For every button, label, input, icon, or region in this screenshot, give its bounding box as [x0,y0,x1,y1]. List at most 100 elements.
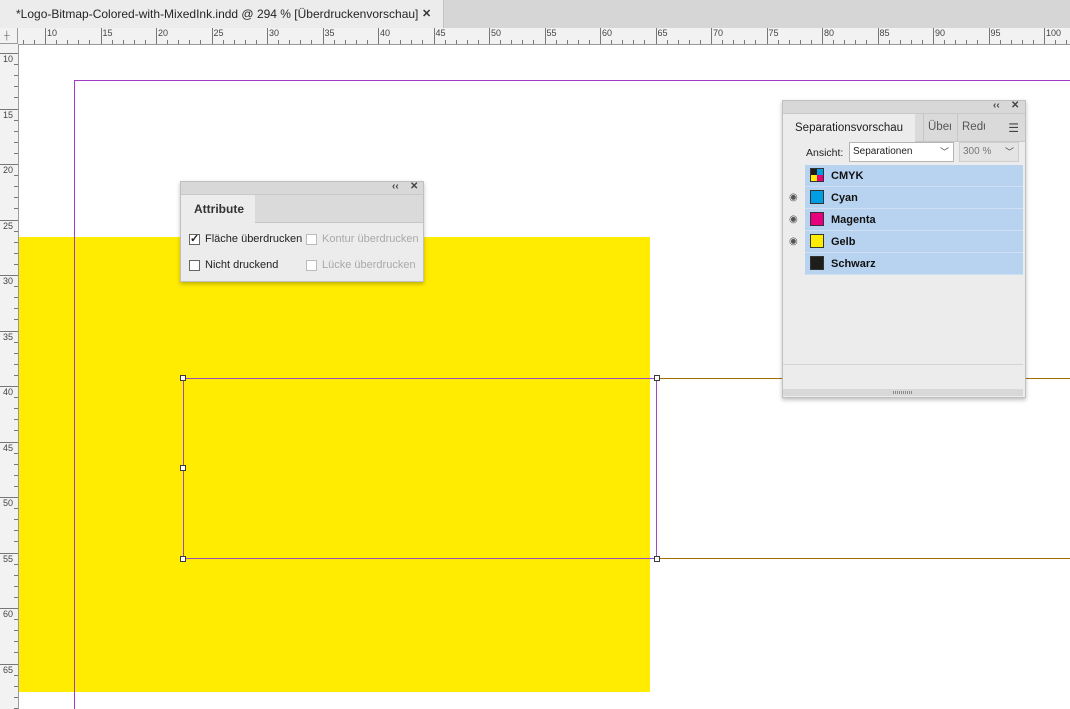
ink-cell[interactable]: Gelb [805,231,1023,253]
handle-top-right[interactable] [654,375,660,381]
ruler-minor-tick [14,630,18,632]
ruler-major-tick [156,28,157,44]
ruler-major-tick [933,28,934,44]
visibility-toggle[interactable] [783,253,804,275]
close-icon[interactable]: ✕ [1011,100,1019,111]
ruler-minor-tick [14,430,18,432]
ruler-label: 70 [713,28,724,38]
tab-separationsvorschau[interactable]: Separationsvorschau [783,114,915,142]
eye-icon: ◉ [789,236,798,247]
handle-bottom-left[interactable] [180,556,186,562]
collapse-icon[interactable]: ‹‹ [993,100,1000,111]
ruler-minor-tick [522,40,524,44]
ink-cell[interactable]: CMYK [805,165,1023,187]
ruler-minor-tick [14,119,18,121]
ruler-label: 95 [990,28,1001,38]
panel-tab-row: Separationsvorschau Über Redu ☰ [783,114,1025,142]
ink-name: Schwarz [831,258,876,270]
ink-row-gelb[interactable]: ◉ Gelb [783,231,1023,253]
document-tab[interactable]: *Logo-Bitmap-Colored-with-MixedInk.indd … [0,0,444,28]
handle-top-left[interactable] [180,375,186,381]
ink-row-cyan[interactable]: ◉ Cyan [783,187,1023,209]
resize-handle[interactable] [783,389,1023,396]
vertical-ruler[interactable]: 10 15 20 25 30 35 40 45 50 55 60 65 [0,44,19,709]
handle-middle-left[interactable] [180,465,186,471]
ruler-minor-tick [788,40,790,44]
overprint-gap-checkbox [306,259,317,271]
ruler-minor-tick [14,452,18,454]
panel-titlebar[interactable]: ‹‹ ✕ [181,181,423,195]
ruler-minor-tick [300,40,302,44]
ruler-major-tick [877,28,879,44]
ruler-label: 60 [602,28,613,38]
nonprinting-checkbox[interactable] [189,259,200,271]
panel-menu-icon[interactable]: ☰ [1008,121,1019,135]
ruler-major-tick [711,28,712,44]
ruler-minor-tick [622,40,624,44]
ruler-major-tick [322,28,324,44]
horizontal-ruler[interactable]: 10 15 20 25 30 35 40 45 50 55 60 65 70 75 80 85 90 95 100 [18,28,1070,45]
panel-footer [783,364,1023,389]
ink-name: Gelb [831,236,856,248]
panel-titlebar[interactable]: ‹‹ ✕ [783,100,1025,114]
ruler-label: 60 [3,609,14,619]
page-border-top [75,80,1070,81]
visibility-toggle[interactable]: ◉ [783,231,804,253]
ink-cell[interactable]: Cyan [805,187,1023,209]
ink-cell[interactable]: Magenta [805,209,1023,231]
ruler-label: 25 [213,28,224,38]
ruler-minor-tick [588,40,590,44]
ruler-minor-tick [14,64,18,66]
tab-attribute[interactable]: Attribute [181,195,255,223]
ruler-minor-tick [755,40,757,44]
ruler-minor-tick [611,40,613,44]
ruler-minor-tick [688,40,690,44]
ruler-minor-tick [855,40,857,44]
ink-row-magenta[interactable]: ◉ Magenta [783,209,1023,231]
ruler-minor-tick [733,40,735,44]
ruler-minor-tick [14,419,18,421]
ink-swatch [810,256,824,270]
ruler-minor-tick [244,40,246,44]
ruler-major-tick [822,28,823,44]
ruler-label: 30 [269,28,280,38]
close-icon[interactable]: ✕ [422,0,431,28]
ruler-minor-tick [14,463,18,465]
close-icon[interactable]: ✕ [410,181,418,192]
ruler-label: 90 [935,28,946,38]
overprint-fill-option[interactable]: Fläche überdrucken [189,232,302,245]
handle-bottom-right[interactable] [654,556,660,562]
tab-reduzierung[interactable]: Redu [957,114,985,141]
chevron-down-icon: ﹀ [1004,147,1014,157]
selected-frame[interactable] [183,378,657,559]
ink-cell[interactable]: Schwarz [805,253,1023,275]
collapse-icon[interactable]: ‹‹ [392,181,399,192]
guide-line-bottom[interactable] [657,558,1070,559]
ruler-label: 100 [1046,28,1062,38]
ruler-minor-tick [14,263,18,265]
ink-swatch [810,234,824,248]
visibility-toggle[interactable]: ◉ [783,209,804,231]
visibility-toggle[interactable] [783,165,804,187]
view-select[interactable]: Separationen ﹀ [849,142,954,162]
ruler-minor-tick [477,40,479,44]
overprint-fill-checkbox[interactable] [189,232,200,245]
ink-name: Cyan [831,192,858,204]
ruler-origin[interactable]: ┼ [0,28,18,44]
ruler-major-tick [45,28,46,44]
ink-row-cmyk[interactable]: CMYK [783,165,1023,187]
ruler-minor-tick [14,696,18,698]
ruler-minor-tick [122,40,124,44]
ruler-minor-tick [14,585,18,587]
ruler-minor-tick [14,130,18,132]
ruler-minor-tick [866,40,868,44]
tab-ueberdrucken[interactable]: Über [923,114,951,141]
overprint-stroke-checkbox [306,233,317,245]
eye-icon: ◉ [789,192,798,203]
ink-row-schwarz[interactable]: Schwarz [783,253,1023,275]
ruler-minor-tick [389,40,391,44]
ruler-minor-tick [1010,40,1012,44]
visibility-toggle[interactable]: ◉ [783,187,804,209]
nonprinting-option[interactable]: Nicht druckend [189,259,278,271]
ruler-label: 50 [3,498,14,508]
